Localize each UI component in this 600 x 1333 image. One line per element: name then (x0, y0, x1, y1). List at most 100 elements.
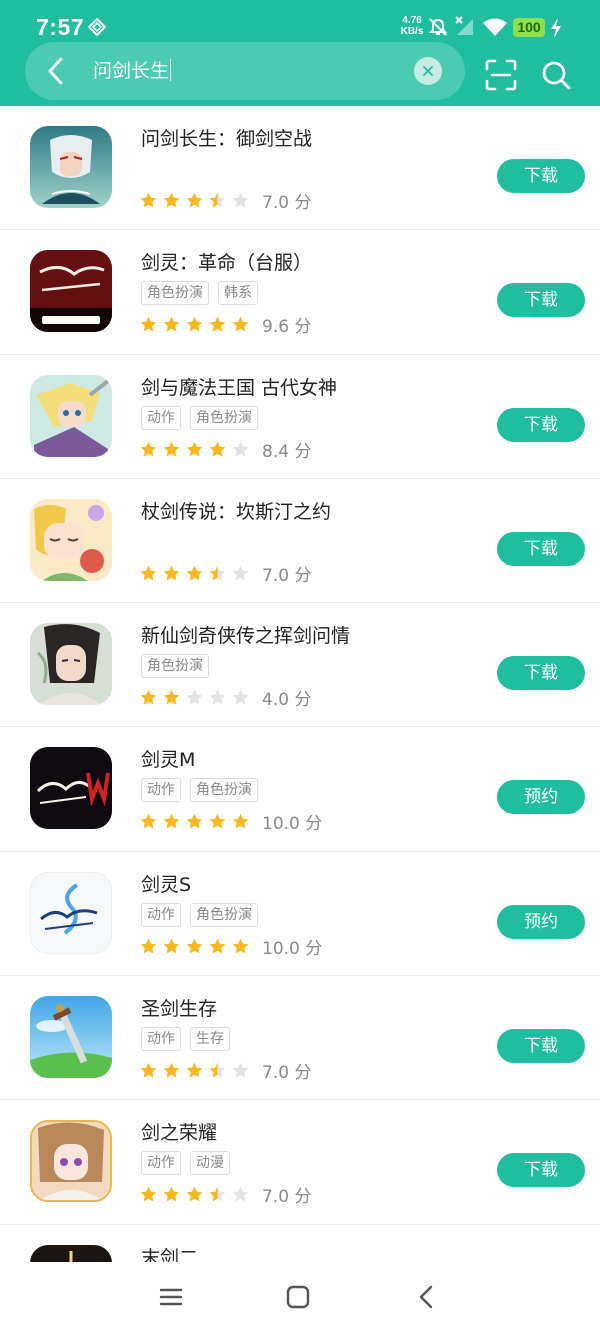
download-button[interactable]: 下载 (497, 159, 585, 193)
result-item[interactable]: 新仙剑奇侠传之挥剑问情 角色扮演 4.0 分 下载 (0, 603, 600, 728)
star-empty-icon (232, 441, 249, 458)
result-item[interactable]: 剑灵S 动作 角色扮演 10.0 分 预约 (0, 852, 600, 977)
charging-icon (550, 18, 562, 42)
tag: 动作 (141, 902, 181, 927)
score: 7.0 分 (262, 1187, 312, 1208)
game-xianjian-icon[interactable] (30, 623, 112, 706)
star-full-icon (186, 1062, 203, 1079)
tag: 角色扮演 (141, 281, 209, 306)
star-full-icon (163, 1186, 180, 1203)
rating: 7.0 分 (140, 1182, 311, 1207)
star-full-icon (163, 938, 180, 955)
result-item[interactable]: 圣剑生存 动作 生存 7.0 分 下载 (0, 976, 600, 1101)
star-full-icon (186, 1186, 203, 1203)
back-icon (412, 1285, 442, 1316)
tag: 生存 (190, 1027, 230, 1052)
star-empty-icon (232, 689, 249, 706)
scan-icon (484, 59, 518, 96)
star-full-icon (232, 938, 249, 955)
clear-icon (414, 66, 442, 89)
download-button[interactable]: 下载 (497, 656, 585, 691)
clock: 7:57 (36, 14, 85, 40)
reserve-button[interactable]: 预约 (497, 780, 585, 815)
star-full-icon (186, 441, 203, 458)
rating: 9.6 分 (140, 312, 311, 337)
search-input[interactable]: 问剑长生 (93, 58, 172, 84)
game-bns-m-icon[interactable] (30, 747, 112, 830)
menu-button[interactable] (156, 1282, 186, 1312)
result-item[interactable]: 剑灵：革命（台服） 角色扮演 韩系 9.6 分 下载 (0, 230, 600, 355)
star-full-icon (140, 813, 157, 830)
home-icon (283, 1285, 313, 1316)
star-full-icon (140, 192, 157, 209)
rating: 7.0 分 (140, 561, 311, 586)
game-sword-glory-icon[interactable] (30, 1120, 112, 1203)
star-empty-icon (232, 192, 249, 209)
menu-icon (156, 1288, 186, 1316)
star-full-icon (186, 316, 203, 333)
battery-indicator: 100 (513, 18, 545, 37)
tag: 动漫 (190, 1151, 230, 1176)
star-rating (140, 316, 255, 333)
result-item[interactable]: 剑灵M 动作 角色扮演 10.0 分 预约 (0, 727, 600, 852)
game-holy-sword-icon[interactable] (30, 996, 112, 1079)
search-button[interactable] (539, 58, 573, 92)
tag-list: 动作 动漫 (141, 1151, 230, 1176)
tag-list: 动作 角色扮演 (141, 778, 258, 803)
game-sword-magic-icon[interactable] (30, 374, 112, 457)
search-query: 问剑长生 (93, 60, 170, 82)
star-full-icon (163, 813, 180, 830)
app-name: 剑灵M (141, 749, 196, 772)
score: 10.0 分 (262, 938, 323, 959)
game-staff-sword-icon[interactable] (30, 498, 112, 581)
star-full-icon (209, 813, 226, 830)
star-full-icon (186, 192, 203, 209)
download-button[interactable]: 下载 (497, 407, 585, 442)
tag: 角色扮演 (190, 902, 258, 927)
star-full-icon (186, 813, 203, 830)
game-mojian-icon[interactable] (30, 1244, 112, 1262)
score: 7.0 分 (262, 193, 312, 213)
game-bns-revolution-icon[interactable] (30, 250, 112, 333)
tag-list: 角色扮演 (141, 654, 209, 679)
app-name: 剑之荣耀 (141, 1122, 218, 1145)
download-button[interactable]: 下载 (497, 531, 585, 566)
star-rating (140, 441, 255, 458)
game-wenjian-icon[interactable] (30, 126, 112, 208)
signal-off-icon (454, 15, 476, 41)
star-full-icon (140, 938, 157, 955)
star-empty-icon (209, 689, 226, 706)
status-bar: 7:57 4.76 KB/s 100 (0, 0, 600, 44)
result-item[interactable]: 剑之荣耀 动作 动漫 7.0 分 下载 (0, 1100, 600, 1225)
rating: 7.0 分 (140, 1058, 311, 1083)
reserve-button[interactable]: 预约 (497, 904, 585, 939)
app-name: 剑与魔法王国 古代女神 (141, 376, 338, 399)
download-button[interactable]: 下载 (497, 283, 585, 318)
tag: 角色扮演 (190, 405, 258, 430)
star-full-icon (186, 938, 203, 955)
search-box[interactable] (25, 42, 465, 100)
score: 8.4 分 (262, 441, 312, 462)
result-item[interactable]: 问剑长生：御剑空战 7.0 分 下载 (0, 106, 600, 231)
star-half-icon (209, 565, 226, 582)
star-full-icon (140, 565, 157, 582)
tag: 动作 (141, 1027, 181, 1052)
result-item[interactable]: 末剑二 (0, 1225, 600, 1262)
star-full-icon (163, 441, 180, 458)
clear-search-button[interactable] (414, 57, 442, 85)
star-full-icon (163, 689, 180, 706)
download-button[interactable]: 下载 (497, 1029, 585, 1064)
star-full-icon (209, 316, 226, 333)
back-button[interactable] (40, 53, 74, 89)
scan-button[interactable] (484, 58, 518, 92)
result-item[interactable]: 杖剑传说：坎斯汀之约 7.0 分 下载 (0, 479, 600, 604)
rating: 7.0 分 (140, 188, 311, 213)
download-button[interactable]: 下载 (497, 1153, 585, 1188)
back-nav-button[interactable] (412, 1282, 442, 1312)
game-bns-s-icon[interactable] (30, 871, 112, 954)
tag: 韩系 (218, 281, 258, 306)
result-item[interactable]: 剑与魔法王国 古代女神 动作 角色扮演 8.4 分 下载 (0, 355, 600, 479)
search-results-list[interactable]: 问剑长生：御剑空战 7.0 分 下载 剑灵：革命（台服） 角色扮演 韩系 9.6 … (0, 106, 600, 1262)
home-button[interactable] (283, 1282, 313, 1312)
score: 10.0 分 (262, 814, 323, 835)
